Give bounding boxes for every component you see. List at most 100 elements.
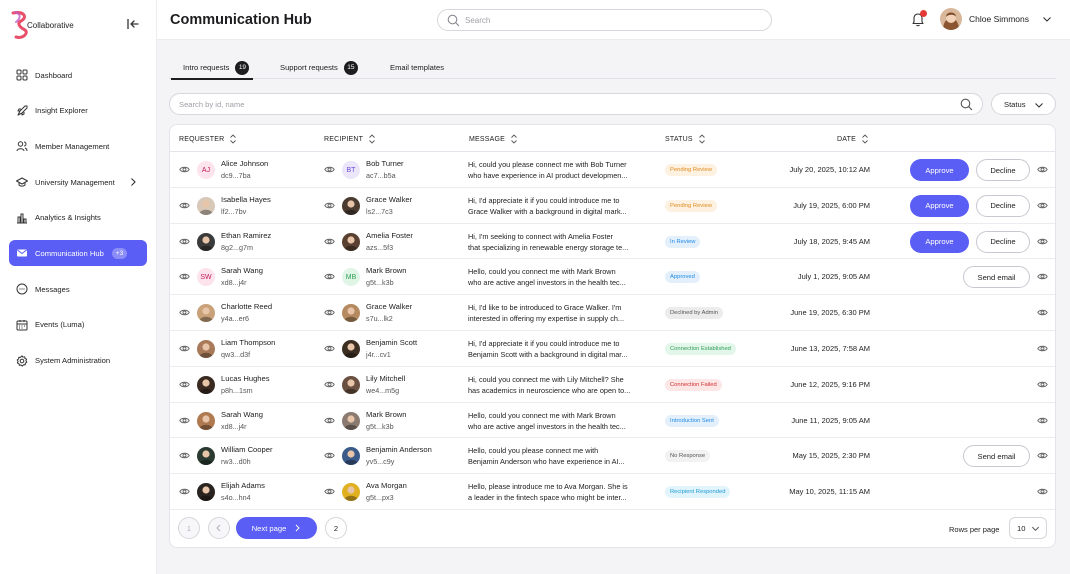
collapse-sidebar-icon[interactable] bbox=[126, 17, 140, 31]
requester-id: xd8...j4r bbox=[221, 421, 247, 431]
approve-button[interactable]: Approve bbox=[910, 194, 969, 217]
view-recipient-icon[interactable] bbox=[324, 307, 335, 318]
decline-button[interactable]: Decline bbox=[976, 159, 1030, 181]
sidebar-item-insight-explorer[interactable]: Insight Explorer bbox=[9, 98, 147, 124]
view-details-icon[interactable] bbox=[1037, 200, 1048, 211]
rows-per-page-select[interactable]: 10 bbox=[1009, 517, 1047, 539]
sidebar: Collaborative Dashboard Insight Explorer… bbox=[0, 0, 157, 574]
send-email-button[interactable]: Send email bbox=[963, 266, 1030, 289]
table-search-input[interactable] bbox=[179, 97, 939, 112]
sidebar-item-label: Dashboard bbox=[35, 70, 73, 80]
sidebar-item-label: Communication Hub bbox=[35, 248, 104, 258]
decline-button[interactable]: Decline bbox=[976, 194, 1030, 217]
view-details-icon[interactable] bbox=[1037, 236, 1048, 247]
column-label: MESSAGE bbox=[469, 135, 506, 143]
view-details-icon[interactable] bbox=[1037, 415, 1048, 426]
sidebar-item-events[interactable]: Events (Luma) bbox=[9, 312, 147, 338]
column-header-recipient[interactable]: RECIPIENT bbox=[324, 134, 376, 144]
view-recipient-icon[interactable] bbox=[324, 343, 335, 354]
message-line: Hello, could you connect me with Mark Br… bbox=[468, 410, 616, 420]
previous-page-button[interactable] bbox=[208, 517, 230, 539]
tab-email-templates[interactable]: Email templates bbox=[390, 56, 444, 79]
recipient-id: ls2...7c3 bbox=[366, 206, 393, 216]
view-recipient-icon[interactable] bbox=[324, 271, 335, 282]
view-details-icon[interactable] bbox=[1037, 450, 1048, 461]
global-search[interactable] bbox=[437, 9, 772, 31]
chevron-down-icon[interactable] bbox=[1042, 14, 1052, 24]
view-recipient-icon[interactable] bbox=[324, 415, 335, 426]
status-badge: Recipient Responded bbox=[665, 486, 731, 499]
status-filter-dropdown[interactable]: Status bbox=[991, 93, 1056, 115]
notifications-button[interactable] bbox=[910, 10, 927, 27]
sidebar-item-dashboard[interactable]: Dashboard bbox=[9, 62, 147, 88]
recipient-name: Grace Walker bbox=[366, 194, 413, 204]
sidebar-item-label: Events (Luma) bbox=[35, 320, 85, 330]
column-header-date[interactable]: DATE bbox=[837, 134, 869, 144]
message-preview: Hello, please introduce me to Ava Morgan… bbox=[468, 481, 648, 503]
view-details-icon[interactable] bbox=[1037, 307, 1048, 318]
request-date: May 15, 2025, 2:30 PM bbox=[792, 451, 870, 461]
approve-button[interactable]: Approve bbox=[910, 159, 969, 181]
message-line: Hello, please introduce me to Ava Morgan… bbox=[468, 482, 628, 492]
table-search[interactable] bbox=[169, 93, 983, 115]
column-header-requester[interactable]: REQUESTER bbox=[179, 134, 237, 144]
view-requester-icon[interactable] bbox=[179, 379, 190, 390]
request-date: June 11, 2025, 9:05 AM bbox=[791, 415, 870, 425]
requester-id: xd8...j4r bbox=[221, 278, 247, 288]
view-requester-icon[interactable] bbox=[179, 450, 190, 461]
view-requester-icon[interactable] bbox=[179, 307, 190, 318]
tab-support-requests[interactable]: Support requests 15 bbox=[280, 56, 358, 79]
avatar bbox=[197, 340, 215, 358]
user-avatar[interactable] bbox=[940, 8, 962, 30]
brand-logo[interactable]: Collaborative bbox=[10, 10, 80, 40]
view-recipient-icon[interactable] bbox=[324, 450, 335, 461]
avatar bbox=[197, 375, 215, 394]
sidebar-item-analytics-insights[interactable]: Analytics & Insights bbox=[9, 205, 147, 231]
sidebar-item-communication-hub[interactable]: Communication Hub +3 bbox=[9, 240, 147, 267]
table-row: Liam Thompson qw3...d3f Benjamin Scott j4r.… bbox=[170, 331, 1055, 367]
send-email-button[interactable]: Send email bbox=[963, 445, 1030, 468]
view-requester-icon[interactable] bbox=[179, 271, 190, 282]
rows-per-page-value: 10 bbox=[1017, 523, 1026, 533]
sort-icon bbox=[369, 134, 375, 144]
column-label: REQUESTER bbox=[179, 135, 225, 143]
view-requester-icon[interactable] bbox=[179, 486, 190, 497]
column-header-status[interactable]: STATUS bbox=[665, 134, 706, 144]
approve-button[interactable]: Approve bbox=[910, 230, 969, 253]
view-details-icon[interactable] bbox=[1037, 379, 1048, 390]
view-details-icon[interactable] bbox=[1037, 164, 1048, 175]
sidebar-item-messages[interactable]: Messages bbox=[9, 276, 147, 302]
avatar bbox=[197, 447, 215, 466]
view-requester-icon[interactable] bbox=[179, 164, 190, 175]
decline-button[interactable]: Decline bbox=[976, 230, 1030, 253]
view-requester-icon[interactable] bbox=[179, 200, 190, 211]
user-avatar-image bbox=[940, 8, 962, 30]
sidebar-item-member-management[interactable]: Member Management bbox=[9, 133, 147, 159]
view-details-icon[interactable] bbox=[1037, 486, 1048, 497]
view-recipient-icon[interactable] bbox=[324, 379, 335, 390]
requester-id: rw3...d0h bbox=[221, 457, 251, 467]
view-details-icon[interactable] bbox=[1037, 343, 1048, 354]
view-requester-icon[interactable] bbox=[179, 415, 190, 426]
column-header-message[interactable]: MESSAGE bbox=[469, 134, 518, 144]
view-details-icon[interactable] bbox=[1037, 271, 1048, 282]
view-recipient-icon[interactable] bbox=[324, 236, 335, 247]
page-button-1[interactable]: 1 bbox=[178, 517, 200, 539]
tab-intro-requests[interactable]: Intro requests 19 bbox=[170, 56, 254, 80]
page-button-2[interactable]: 2 bbox=[325, 517, 347, 539]
view-requester-icon[interactable] bbox=[179, 236, 190, 247]
status-badge: Declined by Admin bbox=[665, 307, 724, 320]
sidebar-item-system-administration[interactable]: System Administration bbox=[9, 348, 147, 374]
user-name[interactable]: Chloe Simmons bbox=[969, 14, 1029, 24]
tab-count-badge: 15 bbox=[343, 60, 358, 75]
sidebar-nav: Dashboard Insight Explorer Member Manage… bbox=[9, 62, 147, 383]
next-page-button[interactable]: Next page bbox=[236, 517, 317, 539]
view-recipient-icon[interactable] bbox=[324, 200, 335, 211]
view-recipient-icon[interactable] bbox=[324, 164, 335, 175]
search-input[interactable] bbox=[465, 13, 755, 28]
avatar bbox=[342, 411, 360, 430]
sidebar-item-university-management[interactable]: University Management bbox=[9, 169, 147, 195]
view-recipient-icon[interactable] bbox=[324, 486, 335, 497]
recipient-name: Bob Turner bbox=[366, 159, 404, 168]
view-requester-icon[interactable] bbox=[179, 343, 190, 354]
